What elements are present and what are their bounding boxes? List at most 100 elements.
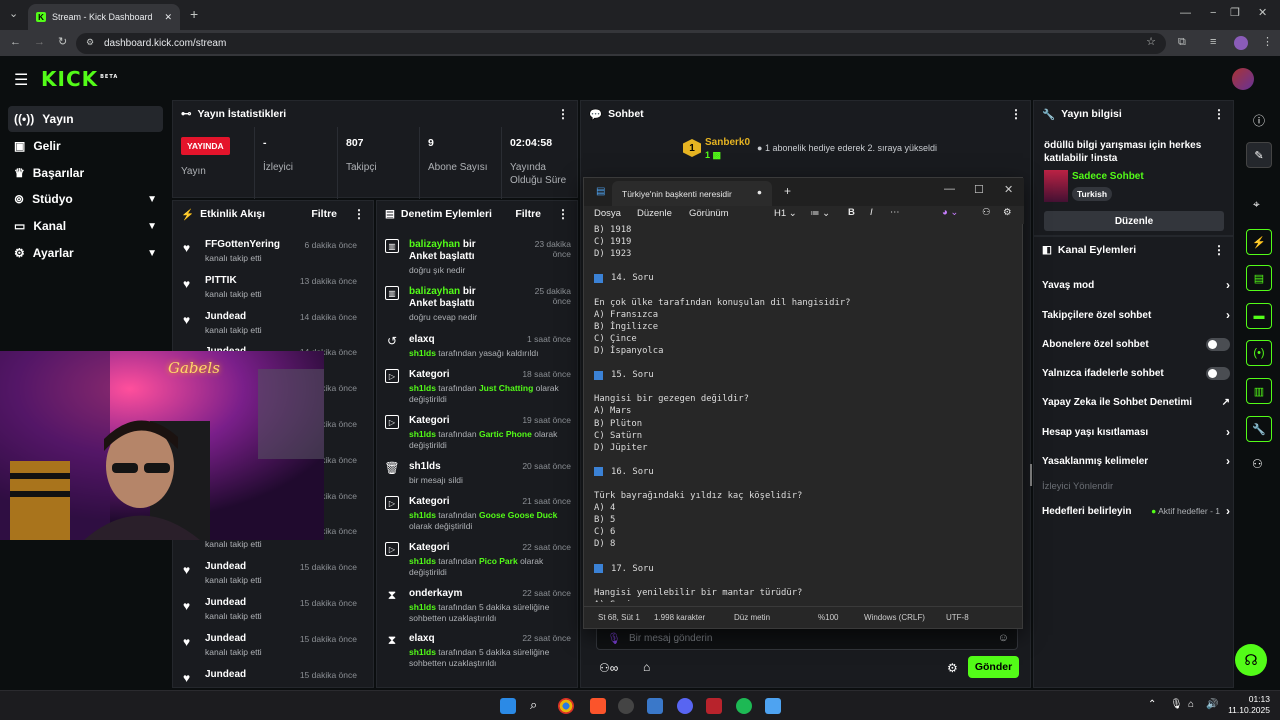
wrench-icon[interactable]: 🔧 (1246, 416, 1272, 442)
list-icon[interactable]: ≔ ⌄ (810, 208, 830, 219)
mod-category[interactable]: Just Chatting (479, 383, 533, 393)
event-username[interactable]: FFGottenYering (205, 239, 280, 250)
browser-tab[interactable]: K Stream - Kick Dashboard ✕ (28, 4, 180, 30)
event-username[interactable]: Jundead (205, 633, 246, 644)
event-username[interactable]: PITTIK (205, 275, 237, 286)
profile-avatar[interactable] (1234, 36, 1248, 50)
italic-icon[interactable]: I (870, 207, 873, 218)
sidebar-item-studyo[interactable]: ⊚ Stüdyo ▼ (8, 186, 163, 212)
bolt-icon[interactable]: ⚡ (1246, 229, 1272, 255)
bold-icon[interactable]: B (848, 207, 855, 218)
notepad-text-area[interactable]: B) 1918 C) 1919 D) 1923 14. Soru En çok ülke… (594, 224, 1014, 602)
menu-view[interactable]: Görünüm (689, 208, 729, 219)
hamburger-menu-icon[interactable]: ☰ (14, 70, 28, 90)
scrollbar-thumb[interactable] (1030, 464, 1032, 486)
menu-edit[interactable]: Düzenle (637, 208, 672, 219)
unsaved-dot-icon[interactable]: ● (757, 187, 762, 197)
brave-icon[interactable] (590, 698, 606, 714)
bookmark-star-icon[interactable]: ☆ (1146, 37, 1156, 48)
moderation-icon[interactable]: ▥ (1246, 378, 1272, 404)
chrome-icon[interactable] (558, 698, 574, 714)
copilot-icon[interactable]: ◕ ⌄ (942, 207, 958, 218)
account-age-item[interactable]: Hesap yaşı kısıtlaması › (1042, 422, 1230, 442)
menu-file[interactable]: Dosya (594, 208, 621, 219)
sidebar-item-kanal[interactable]: ▭ Kanal ▼ (8, 213, 163, 239)
kick-logo[interactable]: KICK BETA (41, 67, 118, 91)
mod-user[interactable]: sh1lds (409, 556, 436, 566)
mod-user[interactable]: balizayhan (409, 239, 460, 250)
filter-button[interactable]: Filtre (311, 208, 337, 220)
send-button[interactable]: Gönder (968, 656, 1019, 678)
maximize-icon[interactable]: ☐ (974, 183, 984, 196)
slow-mode-item[interactable]: Yavaş mod › (1042, 275, 1230, 295)
tray-chevron-icon[interactable]: ⌃ (1148, 699, 1156, 710)
category-name[interactable]: Sadece Sohbet (1072, 171, 1144, 182)
back-icon[interactable]: ← (10, 37, 21, 48)
mic-icon[interactable]: 🎙 (1170, 699, 1183, 710)
more-options-icon[interactable]: ⋮ (557, 107, 569, 121)
event-username[interactable]: Jundead (205, 669, 246, 680)
clock[interactable]: 01:13 11.10.2025 (1226, 694, 1270, 716)
mod-category[interactable]: Pico Park (479, 556, 518, 566)
new-tab-icon[interactable]: + (190, 7, 198, 21)
new-tab-icon[interactable]: + (784, 184, 791, 198)
reading-list-icon[interactable]: ≡ (1210, 37, 1216, 48)
chat-bubble-icon[interactable]: ▬ (1246, 303, 1272, 329)
sidebar-item-ayarlar[interactable]: ⚙ Ayarlar ▼ (8, 240, 163, 266)
url-field[interactable]: ⚙ dashboard.kick.com/stream ☆ (76, 33, 1166, 54)
tab-list-icon[interactable]: ⌄ (9, 9, 18, 20)
emoji-icon[interactable]: ☺ (998, 632, 1009, 644)
mod-user[interactable]: sh1lds (409, 348, 436, 358)
chat-settings-icon[interactable]: ⚇∞ (599, 661, 618, 675)
community-icon[interactable]: ⚇ (1252, 457, 1263, 471)
filter-button[interactable]: Filtre (515, 208, 541, 220)
mod-category[interactable]: Gartic Phone (479, 429, 532, 439)
edit-button[interactable]: Düzenle (1044, 211, 1224, 231)
event-username[interactable]: Jundead (205, 561, 246, 572)
emotes-only-toggle[interactable] (1206, 366, 1230, 380)
more-options-icon[interactable]: ⋮ (1010, 107, 1022, 121)
account-icon[interactable]: ⚇ (982, 207, 991, 218)
app-icon[interactable] (647, 698, 663, 714)
browser-menu-icon[interactable]: ⋮ (1262, 37, 1273, 48)
discord-icon[interactable] (677, 698, 693, 714)
banned-words-item[interactable]: Yasaklanmış kelimeler › (1042, 451, 1230, 471)
app-icon[interactable] (618, 698, 634, 714)
close-window-icon[interactable]: ✕ (1258, 8, 1267, 19)
network-icon[interactable]: ⌂ (1188, 699, 1194, 710)
heading-dropdown[interactable]: H1 ⌄ (774, 208, 797, 219)
close-tab-icon[interactable]: ✕ (164, 12, 172, 23)
user-avatar[interactable] (1232, 68, 1254, 90)
edit-pencil-icon[interactable]: ✎ (1246, 142, 1272, 168)
extensions-icon[interactable]: ⧉ (1178, 37, 1186, 48)
top-gifter-name[interactable]: Sanberk0 (705, 137, 750, 148)
mod-user[interactable]: sh1lds (409, 510, 436, 520)
more-options-icon[interactable]: ⋮ (1213, 243, 1225, 257)
app-icon[interactable] (706, 698, 722, 714)
ai-moderation-item[interactable]: Yapay Zeka ile Sohbet Denetimi ↗ (1042, 392, 1230, 412)
mod-user[interactable]: sh1lds (409, 602, 436, 612)
mod-user[interactable]: sh1lds (409, 429, 436, 439)
chat-input[interactable]: 🎙 Bir mesaj gönderin ☺ (596, 626, 1018, 650)
broadcast-icon[interactable]: (•) (1246, 340, 1272, 366)
mod-user[interactable]: balizayhan (409, 286, 460, 297)
more-options-icon[interactable]: ⋮ (1213, 107, 1225, 121)
followers-only-item[interactable]: Takipçilere özel sohbet › (1042, 305, 1230, 325)
mod-user[interactable]: sh1lds (409, 383, 436, 393)
focus-icon[interactable]: ⌖ (1253, 197, 1260, 212)
sidebar-item-basarilar[interactable]: ♛ Başarılar (8, 160, 163, 186)
site-info-icon[interactable]: ⚙ (86, 38, 94, 47)
more-options-icon[interactable]: ⋮ (557, 207, 569, 221)
spotify-icon[interactable] (736, 698, 752, 714)
sidebar-item-gelir[interactable]: ▣ Gelir (8, 133, 163, 159)
mod-category[interactable]: Goose Goose Duck (479, 510, 557, 520)
notes-icon[interactable]: ▤ (1246, 265, 1272, 291)
gear-icon[interactable]: ⚙ (947, 661, 958, 675)
close-window-icon[interactable]: ✕ (1004, 183, 1013, 196)
restore-icon[interactable]: ❐ (1230, 8, 1240, 19)
more-options-icon[interactable]: ⋮ (353, 207, 365, 221)
start-icon[interactable] (500, 698, 516, 714)
subs-only-toggle[interactable] (1206, 337, 1230, 351)
notepad-tab[interactable]: Türkiye'nin başkenti neresidir ● (612, 181, 772, 206)
store-icon[interactable]: ⌂ (643, 660, 650, 674)
